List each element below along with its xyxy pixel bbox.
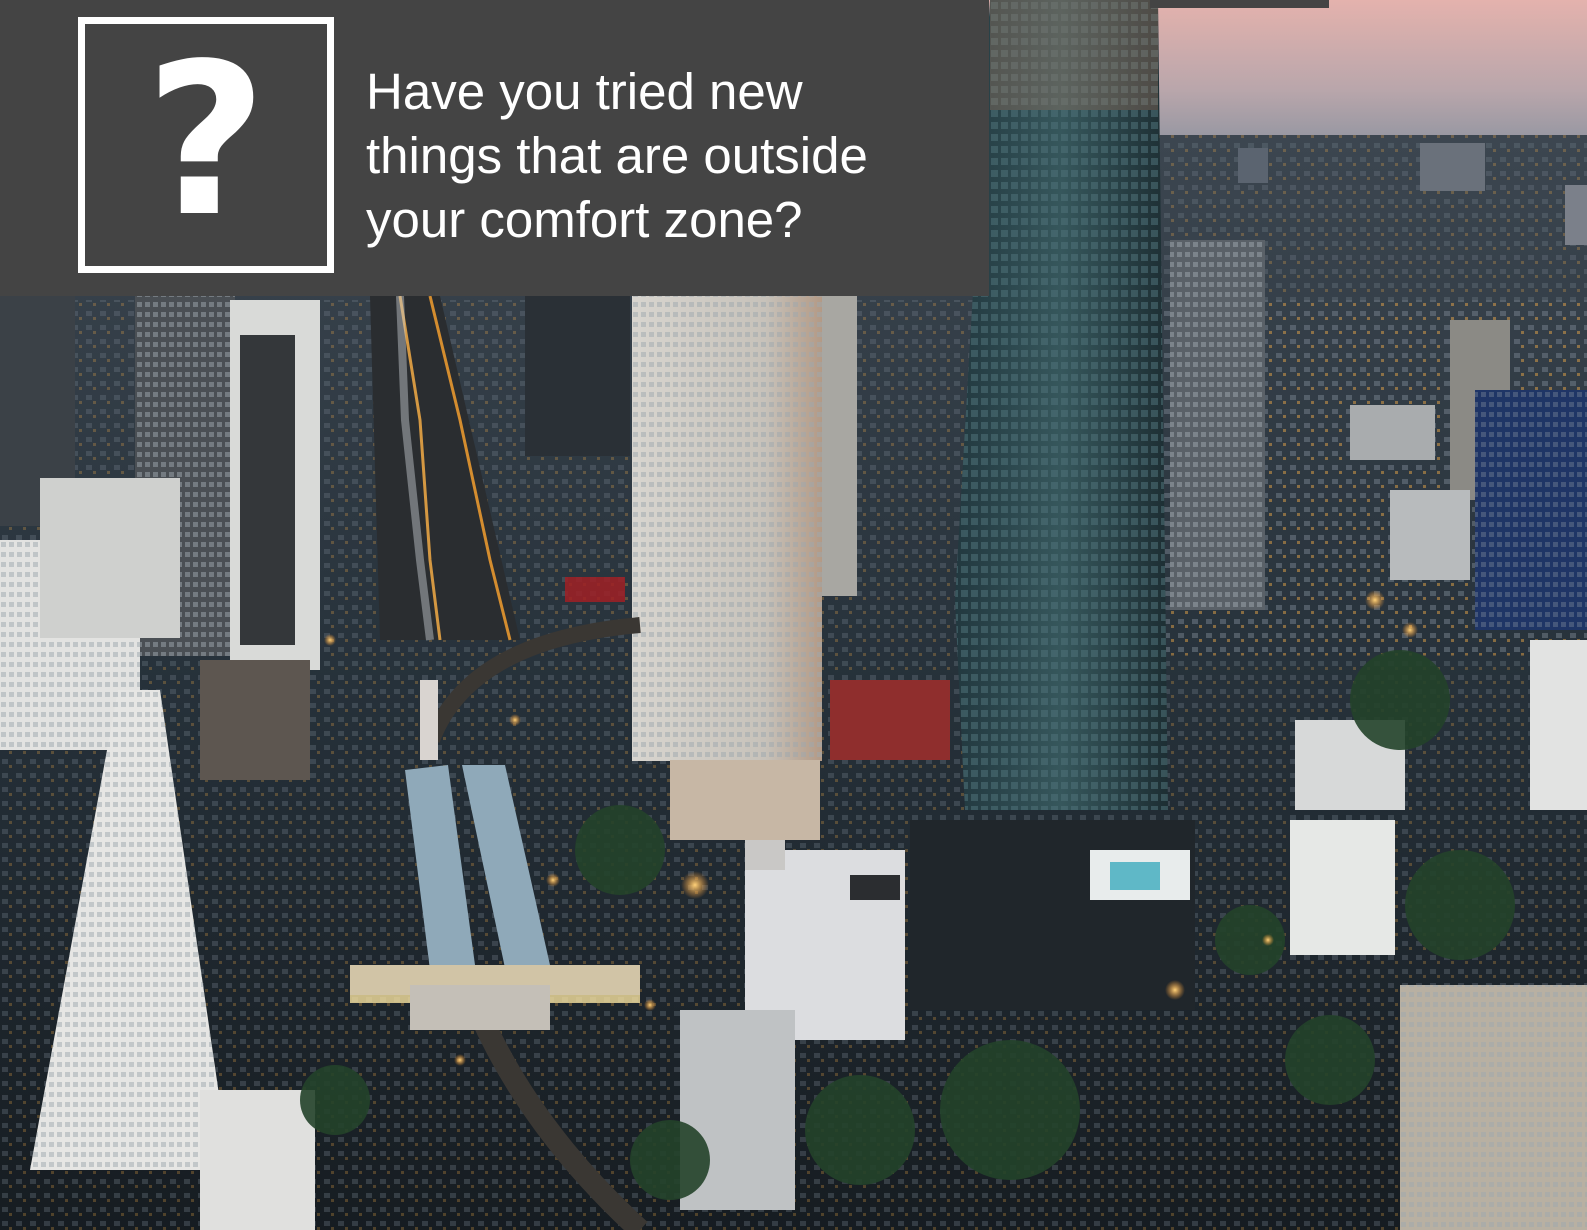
question-line-1: Have you tried new [366,63,803,120]
question-line-3: your comfort zone? [366,191,803,248]
question-mark-glyph: ? [145,18,267,263]
question-line-2: things that are outside [366,127,868,184]
question-mark-icon: ? [78,17,334,273]
question-banner: ? Have you tried new things that are out… [0,0,989,296]
top-banner-strip [1150,0,1329,8]
question-text: Have you tried new things that are outsi… [366,60,966,252]
